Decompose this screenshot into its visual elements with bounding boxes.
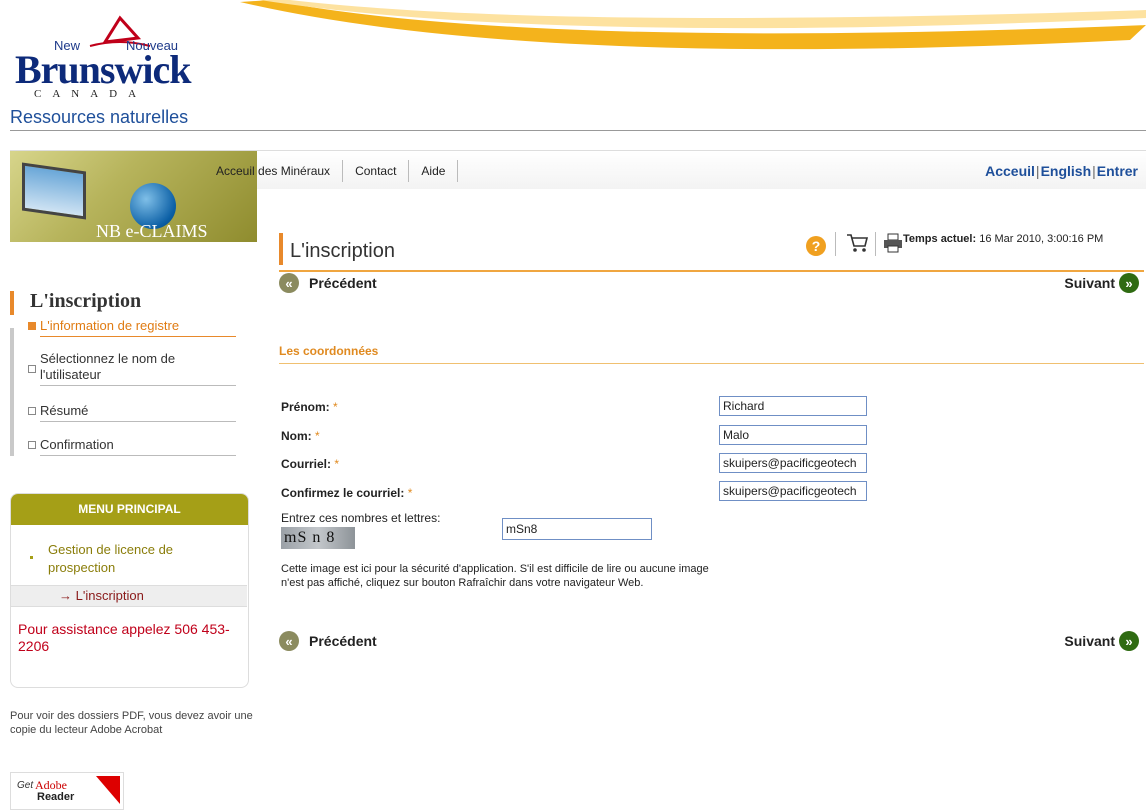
section-title-contact-info: Les coordonnées [279,344,379,358]
section-divider [279,363,1144,364]
nom-label: Nom: * [281,429,320,443]
confirm-label-text: Confirmez le courriel: [281,486,405,500]
prenom-label: Prénom: * [281,400,338,414]
nav-separator [457,160,459,182]
next-arrow-icon: » [1119,631,1139,651]
sidebar-title-accent [10,291,14,315]
current-time: Temps actuel: 16 Mar 2010, 3:00:16 PM [903,233,1103,245]
page-title: L'inscription [290,240,395,262]
menu-subitem-registration[interactable]: → L'inscription [11,585,247,607]
nav-link-help[interactable]: Aide [408,160,457,182]
steps-rail [10,328,14,456]
nom-input[interactable] [719,425,867,445]
department-name: Ressources naturelles [10,107,189,127]
nav-link-minerals-home[interactable]: Acceuil des Minéraux [210,160,342,182]
print-icon[interactable] [882,232,904,254]
current-time-value: 16 Mar 2010, 3:00:16 PM [979,233,1104,245]
menu-subitem-label: → L'inscription [59,588,144,603]
page-title-accent [279,233,283,265]
step-bullet [28,407,36,415]
step-underline [40,455,236,456]
reader-get: Get [17,780,34,791]
required-mark: * [315,429,320,443]
captcha-help-text: Cette image est ici pour la sécurité d'a… [281,563,709,589]
top-nav-links: Acceuil des Minéraux Contact Aide [210,160,459,182]
get-adobe-reader-badge[interactable]: Get Adobe Reader [10,772,124,810]
captcha-image: mS n 8 [281,527,355,549]
previous-button-bottom[interactable]: « Précédent [279,631,377,651]
main-menu-header: MENU PRINCIPAL [11,494,248,525]
header-divider [10,130,1146,131]
step-bullet [28,322,36,330]
page-title-underline [279,270,1144,272]
sidebar-title: L'inscription [30,290,142,312]
previous-label: Précédent [309,633,377,649]
home-link[interactable]: Acceuil [985,163,1035,179]
step-label: L'information de registre [40,318,180,333]
help-icon[interactable]: ? [806,236,826,256]
confirm-courriel-input[interactable] [719,481,867,501]
header-swoosh-decoration [240,0,1146,50]
courriel-label-text: Courriel: [281,457,332,471]
next-button-top[interactable]: Suivant » [1064,273,1139,293]
banner-title: NB e-CLAIMS [96,221,208,241]
courriel-label: Courriel: * [281,457,339,471]
step-underline [40,421,236,422]
confirm-courriel-label: Confirmez le courriel: * [281,486,412,500]
top-right-links: Acceuil|English|Entrer [985,163,1138,179]
previous-button-top[interactable]: « Précédent [279,273,377,293]
required-mark: * [407,486,413,500]
step-underline [40,336,236,337]
prev-arrow-icon: « [279,631,299,651]
previous-label: Précédent [309,275,377,291]
step-label: Résumé [40,403,89,418]
menu-bullet [30,556,33,559]
nom-label-text: Nom: [281,429,312,443]
prev-arrow-icon: « [279,273,299,293]
nav-link-contact[interactable]: Contact [342,160,408,182]
next-arrow-icon: » [1119,273,1139,293]
prenom-input[interactable] [719,396,867,416]
logo-canada: CANADA [34,88,148,100]
required-mark: * [333,400,338,414]
step-label: Confirmation [40,437,114,452]
step-bullet [28,365,36,373]
step-label: Sélectionnez le nom de l'utilisateur [40,351,176,382]
next-button-bottom[interactable]: Suivant » [1064,631,1139,651]
next-label: Suivant [1064,275,1115,291]
current-time-label: Temps actuel: [903,233,977,245]
assistance-phone: Pour assistance appelez 506 453-2206 [18,621,230,654]
pdf-note: Pour voir des dossiers PDF, vous devez a… [10,710,253,736]
captcha-label: Entrez ces nombres et lettres: [281,511,441,525]
cart-icon[interactable] [845,232,869,254]
login-link[interactable]: Entrer [1097,163,1138,179]
courriel-input[interactable] [719,453,867,473]
adobe-logo-icon [96,776,120,804]
menu-item-license-management[interactable]: Gestion de licence de prospection [48,541,228,577]
step-underline [40,385,236,386]
logo-brunswick: Brunswick [15,47,191,92]
english-link[interactable]: English [1041,163,1092,179]
toolbar-divider [875,232,876,256]
reader-name: Reader [37,791,75,803]
required-mark: * [334,457,340,471]
next-label: Suivant [1064,633,1115,649]
laptop-screen-icon [22,162,86,220]
captcha-input[interactable] [502,518,652,540]
step-bullet [28,441,36,449]
nb-logo[interactable]: New Nouveau Brunswick CANADA [10,8,230,103]
prenom-label-text: Prénom: [281,400,330,414]
toolbar-divider [835,232,836,256]
